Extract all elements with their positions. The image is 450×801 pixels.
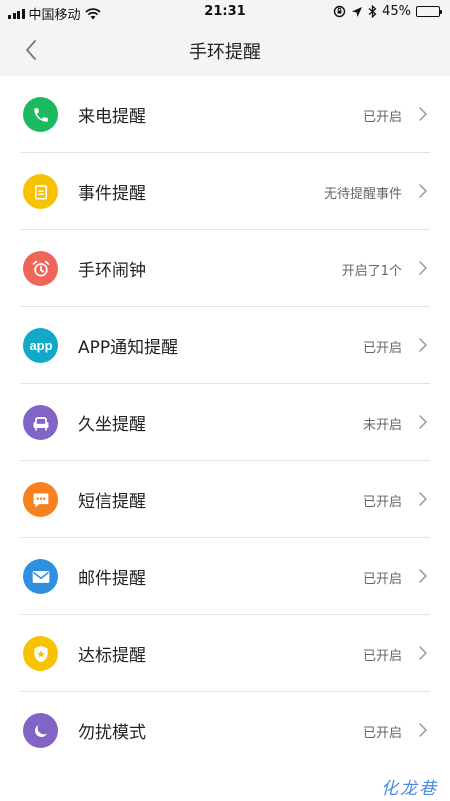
page-title: 手环提醒	[189, 42, 261, 63]
item-status: 已开启	[362, 726, 402, 741]
chevron-right-icon	[419, 338, 427, 352]
item-status: 已开启	[362, 110, 402, 125]
chevron-right-icon	[419, 261, 427, 275]
moon-icon	[23, 713, 58, 748]
bluetooth-icon	[368, 5, 377, 18]
svg-text:app: app	[29, 338, 52, 353]
app-icon: app	[23, 328, 58, 363]
item-label: APP通知提醒	[78, 338, 179, 358]
orientation-lock-icon	[333, 5, 346, 18]
chevron-right-icon	[419, 723, 427, 737]
alarm-clock-icon	[23, 251, 58, 286]
item-label: 来电提醒	[78, 107, 146, 127]
badge-icon	[23, 636, 58, 671]
list-item[interactable]: 短信提醒 已开启	[0, 461, 450, 538]
chevron-right-icon	[419, 646, 427, 660]
location-icon	[352, 6, 363, 17]
list-item[interactable]: 来电提醒 已开启	[0, 76, 450, 153]
watermark: 化龙巷	[381, 779, 438, 799]
chevron-right-icon	[419, 184, 427, 198]
nav-bar: 手环提醒	[0, 24, 450, 76]
item-label: 勿扰模式	[78, 723, 146, 743]
battery-percent: 45%	[382, 4, 411, 19]
item-status: 已开启	[362, 572, 402, 587]
item-label: 短信提醒	[78, 492, 146, 512]
list-item[interactable]: 达标提醒 已开启	[0, 615, 450, 692]
item-label: 手环闹钟	[78, 261, 146, 281]
item-label: 邮件提醒	[78, 569, 146, 589]
status-bar: 中国移动 21:31 45%	[0, 0, 450, 24]
reminder-list: 来电提醒 已开启 事件提醒 无待提醒事件 手环闹钟 开启了1个 app APP通…	[0, 76, 450, 770]
chevron-right-icon	[419, 107, 427, 121]
item-status: 未开启	[362, 418, 402, 433]
item-status: 开启了1个	[341, 264, 402, 279]
chevron-right-icon	[419, 492, 427, 506]
chevron-right-icon	[419, 415, 427, 429]
footer: 化龙巷	[0, 770, 450, 801]
list-item[interactable]: 邮件提醒 已开启	[0, 538, 450, 615]
list-item[interactable]: 久坐提醒 未开启	[0, 384, 450, 461]
item-label: 久坐提醒	[78, 415, 146, 435]
list-item[interactable]: 勿扰模式 已开启	[0, 692, 450, 769]
item-status: 已开启	[362, 649, 402, 664]
item-status: 已开启	[362, 341, 402, 356]
item-label: 达标提醒	[78, 646, 146, 666]
item-status: 已开启	[362, 495, 402, 510]
list-item[interactable]: 事件提醒 无待提醒事件	[0, 153, 450, 230]
armchair-icon	[23, 405, 58, 440]
battery-icon	[416, 6, 442, 17]
list-item[interactable]: app APP通知提醒 已开启	[0, 307, 450, 384]
memo-icon	[23, 174, 58, 209]
message-icon	[23, 482, 58, 517]
list-item[interactable]: 手环闹钟 开启了1个	[0, 230, 450, 307]
chevron-right-icon	[419, 569, 427, 583]
phone-icon	[23, 97, 58, 132]
mail-icon	[23, 559, 58, 594]
item-label: 事件提醒	[78, 184, 146, 204]
item-status: 无待提醒事件	[323, 187, 402, 202]
status-right: 45%	[333, 4, 442, 19]
